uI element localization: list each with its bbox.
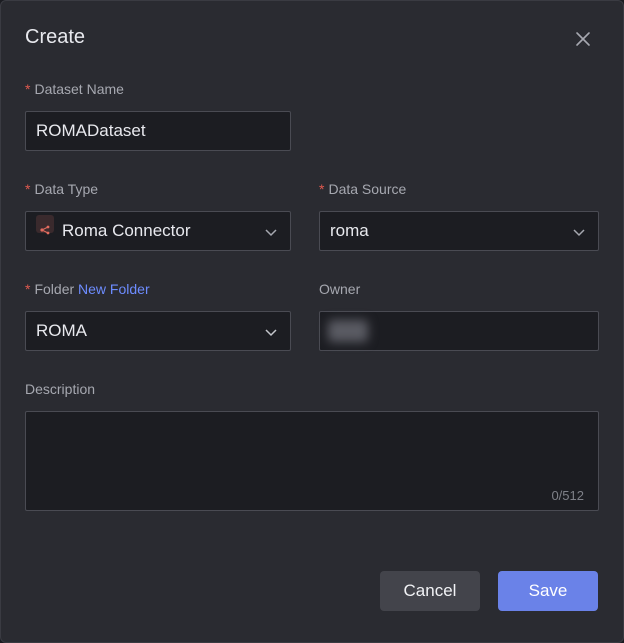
chevron-down-icon (265, 329, 277, 337)
description-char-counter: 0/512 (551, 488, 584, 503)
data-source-value: roma (330, 221, 369, 240)
chevron-down-icon (265, 229, 277, 237)
required-mark: * (25, 181, 31, 197)
required-mark: * (319, 181, 325, 197)
data-type-label-text: Data Type (34, 181, 99, 197)
dataset-name-value: ROMADataset (36, 121, 146, 140)
description-label-text: Description (25, 381, 96, 397)
data-source-select[interactable]: roma (319, 211, 599, 251)
dataset-name-label: * Dataset Name (25, 81, 124, 97)
new-folder-link[interactable]: New Folder (78, 281, 150, 297)
required-mark: * (25, 81, 31, 97)
data-type-value: Roma Connector (62, 221, 191, 240)
dialog-title: Create (25, 26, 86, 48)
dataset-name-label-text: Dataset Name (34, 81, 124, 97)
cancel-button[interactable]: Cancel (380, 571, 480, 611)
owner-label: Owner (319, 281, 360, 297)
save-button[interactable]: Save (498, 571, 598, 611)
owner-field (319, 311, 599, 351)
data-source-label: * Data Source (319, 181, 406, 197)
data-source-label-text: Data Source (328, 181, 407, 197)
owner-redacted-value (328, 320, 368, 342)
description-label: Description (25, 381, 95, 397)
data-type-label: * Data Type (25, 181, 98, 197)
folder-label-text: Folder (34, 281, 75, 297)
create-dataset-dialog: Create * Dataset Name ROMADataset * Data T… (0, 0, 624, 643)
folder-value: ROMA (36, 321, 87, 340)
chevron-down-icon (573, 229, 585, 237)
required-mark: * (25, 281, 31, 297)
owner-label-text: Owner (319, 281, 361, 297)
close-icon[interactable] (571, 27, 595, 51)
dataset-name-input[interactable]: ROMADataset (25, 111, 291, 151)
folder-select[interactable]: ROMA (25, 311, 291, 351)
connector-icon (36, 215, 54, 235)
description-textarea[interactable]: 0/512 (25, 411, 599, 511)
data-type-select[interactable]: Roma Connector (25, 211, 291, 251)
folder-label: * Folder New Folder (25, 281, 150, 297)
